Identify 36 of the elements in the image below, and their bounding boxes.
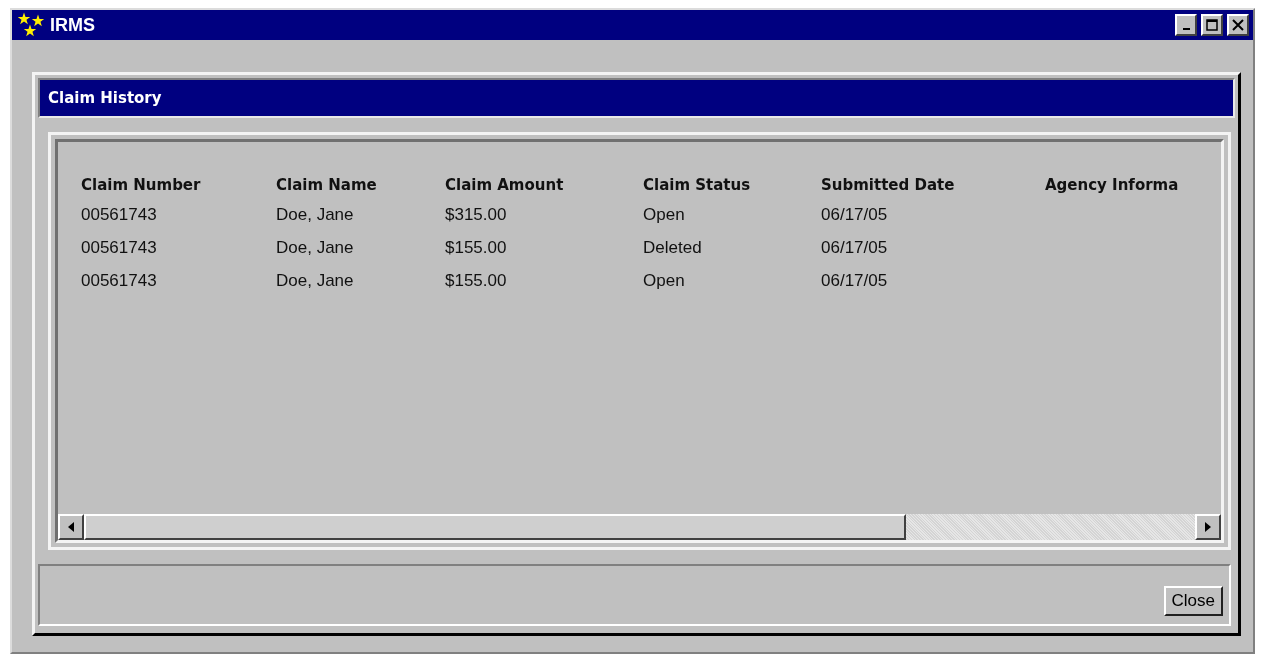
window-title: IRMS xyxy=(50,14,96,36)
table-cell-text: Deleted xyxy=(643,237,703,259)
table-cell-text: $155.00 xyxy=(445,237,508,259)
minimize-button[interactable] xyxy=(1175,14,1197,36)
table-cell-text: Doe, Jane xyxy=(276,237,355,259)
stars-logo-icon xyxy=(18,12,46,38)
table-cell-text: 00561743 xyxy=(81,204,158,226)
column-header: Claim Name xyxy=(276,176,378,194)
scrollbar-thumb[interactable] xyxy=(84,514,907,540)
table-cell-text: Open xyxy=(643,270,686,292)
maximize-button[interactable] xyxy=(1201,14,1223,36)
dialog-title: Claim History xyxy=(38,78,1235,118)
maximize-icon xyxy=(1206,19,1218,31)
minimize-icon xyxy=(1182,28,1190,30)
column-header: Submitted Date xyxy=(821,176,956,194)
table-cell-text: 06/17/05 xyxy=(821,270,889,292)
right-arrow-icon xyxy=(1205,522,1211,532)
scroll-right-button[interactable] xyxy=(1195,514,1221,540)
table-cell-text: $155.00 xyxy=(445,270,508,292)
table-cell-text: 06/17/05 xyxy=(821,237,889,259)
table-cell-text: 00561743 xyxy=(81,270,158,292)
scroll-left-button[interactable] xyxy=(58,514,84,540)
close-icon xyxy=(1232,19,1244,31)
table-cell-text: Doe, Jane xyxy=(276,204,355,226)
close-dialog-button[interactable]: Close xyxy=(1163,586,1223,616)
table-cell-text: 00561743 xyxy=(81,237,158,259)
close-button[interactable] xyxy=(1227,14,1249,36)
table-cell-text: $315.00 xyxy=(445,204,508,226)
column-header: Claim Amount xyxy=(445,176,565,194)
column-header: Claim Status xyxy=(643,176,752,194)
table-cell-text: 06/17/05 xyxy=(821,204,889,226)
table-cell-text: Open xyxy=(643,204,686,226)
column-header: Claim Number xyxy=(81,176,202,194)
column-header: Agency Informa xyxy=(1045,176,1180,194)
left-arrow-icon xyxy=(68,522,74,532)
table-cell-text: Doe, Jane xyxy=(276,270,355,292)
